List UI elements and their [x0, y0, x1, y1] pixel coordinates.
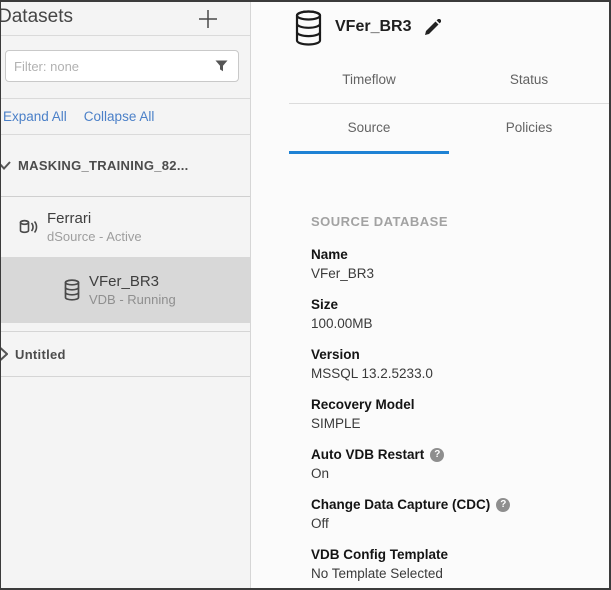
field-label: Version [311, 346, 589, 364]
sidebar-header: Datasets [1, 2, 250, 36]
help-icon[interactable]: ? [430, 448, 444, 462]
field-label-text: Auto VDB Restart [311, 446, 424, 464]
detail-header: VFer_BR3 [251, 2, 609, 54]
detail-panel: VFer_BR3 Timeflow Status Source Policies… [251, 2, 609, 588]
database-icon [295, 10, 322, 46]
tree-item-vfer-br3[interactable]: VFer_BR3 VDB - Running [1, 257, 250, 323]
help-icon[interactable]: ? [496, 498, 510, 512]
tree-group-untitled[interactable]: Untitled [1, 331, 250, 377]
tree-item-title: Ferrari [47, 210, 142, 227]
tab-policies[interactable]: Policies [449, 104, 609, 154]
field-label: Recovery Model [311, 396, 589, 414]
tree-item-title: VFer_BR3 [89, 273, 176, 290]
app-window: Datasets Expand All Collapse All [0, 0, 611, 590]
pencil-icon[interactable] [423, 19, 441, 37]
field-value: 100.00MB [311, 314, 589, 333]
field-value: SIMPLE [311, 414, 589, 433]
tab-timeflow[interactable]: Timeflow [289, 56, 449, 103]
source-tab-content: SOURCE DATABASE Name VFer_BR3 Size 100.0… [251, 154, 609, 583]
tree-group-masking-training[interactable]: MASKING_TRAINING_82... [1, 135, 250, 197]
tree-item-status: dSource - Active [47, 229, 142, 244]
field-value: On [311, 464, 589, 483]
tab-source[interactable]: Source [289, 104, 449, 154]
collapse-all-link[interactable]: Collapse All [84, 109, 155, 124]
filter-input[interactable] [5, 50, 239, 82]
tree-controls: Expand All Collapse All [1, 99, 250, 135]
field-value: VFer_BR3 [311, 264, 589, 283]
field-vdb-config-template: VDB Config Template No Template Selected [311, 546, 589, 583]
field-recovery-model: Recovery Model SIMPLE [311, 396, 589, 433]
field-version: Version MSSQL 13.2.5233.0 [311, 346, 589, 383]
section-title: SOURCE DATABASE [311, 214, 589, 229]
dsource-icon [19, 219, 38, 236]
tree-group-label: MASKING_TRAINING_82... [18, 158, 189, 173]
vdb-icon [64, 279, 80, 301]
field-label: Change Data Capture (CDC) ? [311, 496, 589, 514]
chevron-right-icon [1, 347, 8, 361]
plus-icon [198, 9, 218, 29]
field-label: Name [311, 246, 589, 264]
tree-item-status: VDB - Running [89, 292, 176, 307]
filter-section [1, 36, 250, 99]
tree-group-label: Untitled [15, 347, 66, 362]
field-label: Size [311, 296, 589, 314]
field-label: Auto VDB Restart ? [311, 446, 589, 464]
field-value: Off [311, 514, 589, 533]
tab-status[interactable]: Status [449, 56, 609, 103]
datasets-sidebar: Datasets Expand All Collapse All [1, 2, 251, 588]
field-label-text: Change Data Capture (CDC) [311, 496, 490, 514]
expand-all-link[interactable]: Expand All [3, 109, 67, 124]
funnel-icon[interactable] [215, 60, 228, 72]
add-dataset-button[interactable] [198, 9, 218, 29]
field-value: MSSQL 13.2.5233.0 [311, 364, 589, 383]
field-label: VDB Config Template [311, 546, 589, 564]
tree-item-ferrari[interactable]: Ferrari dSource - Active [1, 197, 250, 257]
field-cdc: Change Data Capture (CDC) ? Off [311, 496, 589, 533]
tab-bar-top: Timeflow Status [289, 56, 609, 104]
field-auto-vdb-restart: Auto VDB Restart ? On [311, 446, 589, 483]
chevron-down-icon [1, 161, 11, 170]
detail-title: VFer_BR3 [335, 18, 411, 36]
tab-bar-bottom: Source Policies [289, 104, 609, 154]
field-value: No Template Selected [311, 564, 589, 583]
field-size: Size 100.00MB [311, 296, 589, 333]
field-name: Name VFer_BR3 [311, 246, 589, 283]
